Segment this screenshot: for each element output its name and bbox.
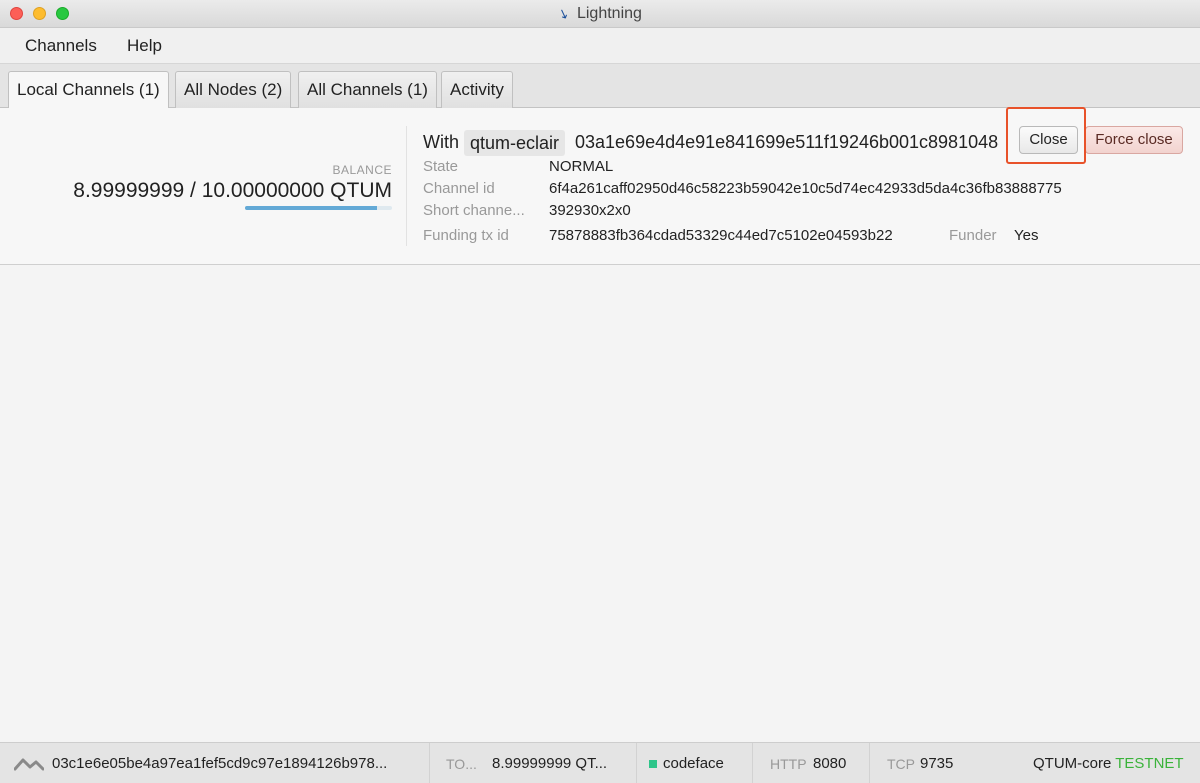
channel-id-label: Channel id <box>423 180 495 197</box>
status-alias-segment: codeface <box>637 743 753 783</box>
funder-value: Yes <box>1014 227 1039 244</box>
window-title: ↘ Lightning <box>0 5 1200 23</box>
balance-bar <box>245 206 392 210</box>
tab-bar: Local Channels (1) All Nodes (2) All Cha… <box>0 64 1200 109</box>
window-title-text: Lightning <box>576 5 642 22</box>
node-wave-icon <box>14 758 44 771</box>
card-divider <box>406 126 407 246</box>
status-total-value: 8.99999999 QT... <box>492 755 608 772</box>
status-bar: 03c1e6e05be4a97ea1fef5cd9c97e1894126b978… <box>0 742 1200 783</box>
status-network: TESTNET <box>1115 755 1184 772</box>
balance-bar-fill <box>245 206 378 210</box>
status-http-segment: HTTP 8080 <box>753 743 870 783</box>
title-bar: ↘ Lightning <box>0 0 1200 28</box>
state-label: State <box>423 158 459 175</box>
status-backend: QTUM-core TESTNET <box>1033 755 1184 772</box>
short-channel-id-label: Short channe... <box>423 202 525 219</box>
state-value: NORMAL <box>549 158 614 175</box>
status-backend-name: QTUM-core <box>1033 755 1112 772</box>
with-label: With <box>423 132 459 152</box>
status-node-id[interactable]: 03c1e6e05be4a97ea1fef5cd9c97e1894126b978… <box>52 755 422 772</box>
status-total-label: TO... <box>446 756 477 772</box>
channel-id-value[interactable]: 6f4a261caff02950d46c58223b59042e10c5d74e… <box>549 180 1062 197</box>
short-channel-id-value[interactable]: 392930x2x0 <box>549 202 631 219</box>
status-tcp-segment: TCP 9735 <box>870 743 975 783</box>
status-tcp-port: 9735 <box>920 755 954 772</box>
channel-card: BALANCE 8.99999999 / 10.00000000 QTUM Wi… <box>0 107 1200 265</box>
tab-local-channels[interactable]: Local Channels (1) <box>8 71 169 109</box>
tab-all-nodes[interactable]: All Nodes (2) <box>175 71 292 108</box>
node-alias: qtum-eclair <box>464 130 566 156</box>
status-http-label: HTTP <box>770 756 807 772</box>
status-alias: codeface <box>663 755 724 772</box>
online-status-icon <box>649 760 657 768</box>
force-close-button[interactable]: Force close <box>1085 126 1183 154</box>
menu-help[interactable]: Help <box>127 36 162 56</box>
funder-label: Funder <box>949 227 997 244</box>
status-http-port: 8080 <box>813 755 847 772</box>
balance-value: 8.99999999 / 10.00000000 QTUM <box>73 179 392 202</box>
node-id[interactable]: 03a1e69e4d4e91e841699e511f19246b001c8981… <box>575 132 999 153</box>
status-total-segment: TO... 8.99999999 QT... <box>430 743 637 783</box>
tab-activity[interactable]: Activity <box>441 71 513 108</box>
funding-tx-label: Funding tx id <box>423 227 509 244</box>
balance-label: BALANCE <box>332 163 392 177</box>
menu-channels[interactable]: Channels <box>25 36 97 56</box>
status-node-segment: 03c1e6e05be4a97ea1fef5cd9c97e1894126b978… <box>0 743 430 783</box>
funding-tx-value[interactable]: 75878883fb364cdad53329c44ed7c5102e04593b… <box>549 227 922 244</box>
close-channel-button[interactable]: Close <box>1019 126 1078 154</box>
lightning-app-icon: ↘ <box>555 4 572 23</box>
status-tcp-label: TCP <box>887 756 915 772</box>
tab-all-channels[interactable]: All Channels (1) <box>298 71 437 108</box>
menu-bar: Channels Help <box>0 28 1200 64</box>
